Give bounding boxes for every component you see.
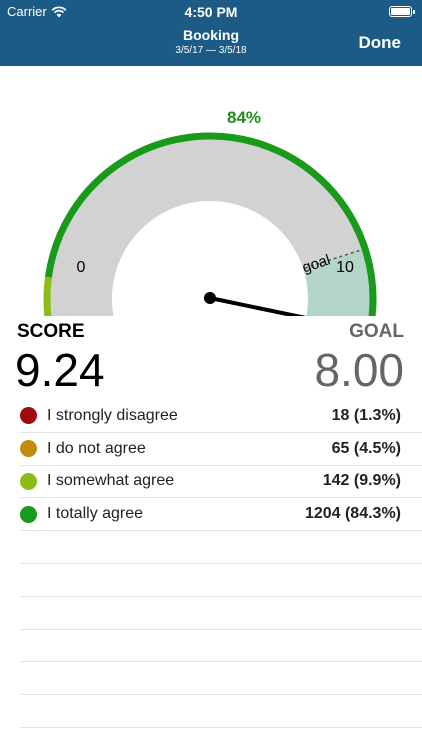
gauge-min-label: 0 — [77, 259, 86, 276]
empty-row — [20, 695, 422, 728]
somewhat-agree-dot — [20, 472, 37, 490]
list-item[interactable]: I somewhat agree 142 (9.9%) — [20, 466, 422, 499]
score-value: 9.24 — [15, 344, 105, 396]
status-time: 4:50 PM — [184, 4, 238, 20]
gauge-percent-label: 84% — [227, 108, 261, 127]
empty-row — [20, 564, 422, 597]
gauge-chart: goal0 1084% — [43, 108, 377, 316]
score-gauge: goal 0 10 84% — [0, 66, 422, 316]
goal-value: 8.00 — [314, 344, 404, 396]
nav-header: Carrier 4:50 PM Booking 3/5/17 — 3/5/18 … — [0, 0, 422, 66]
list-item[interactable]: I totally agree 1204 (84.3%) — [20, 498, 422, 532]
battery-icon — [389, 6, 415, 17]
empty-row — [20, 662, 422, 696]
empty-row — [20, 597, 422, 630]
done-button[interactable]: Done — [359, 33, 402, 53]
list-item[interactable]: I strongly disagree 18 (1.3%) — [20, 400, 422, 433]
list-item[interactable]: I do not agree 65 (4.5%) — [20, 433, 422, 466]
totally-agree-dot — [20, 505, 37, 523]
response-list: I strongly disagree 18 (1.3%) I do not a… — [20, 400, 422, 728]
score-label: SCORE — [17, 321, 85, 342]
response-value: 1204 (84.3%) — [304, 505, 401, 523]
response-label: I do not agree — [47, 439, 146, 457]
status-bar: Carrier 4:50 PM — [0, 0, 422, 22]
response-label: I somewhat agree — [47, 472, 175, 490]
gauge-max-label: 10 — [336, 259, 354, 276]
needle-pivot — [204, 292, 216, 304]
response-label: I totally agree — [47, 505, 144, 523]
empty-row — [20, 630, 422, 663]
strongly-disagree-dot — [20, 407, 37, 425]
response-value: 18 (1.3%) — [331, 406, 401, 424]
response-value: 65 (4.5%) — [331, 439, 401, 457]
goal-label: GOAL — [349, 321, 404, 342]
do-not-agree-dot — [20, 440, 37, 458]
response-label: I strongly disagree — [47, 406, 178, 424]
response-value: 142 (9.9%) — [322, 472, 401, 490]
empty-row — [20, 531, 422, 564]
